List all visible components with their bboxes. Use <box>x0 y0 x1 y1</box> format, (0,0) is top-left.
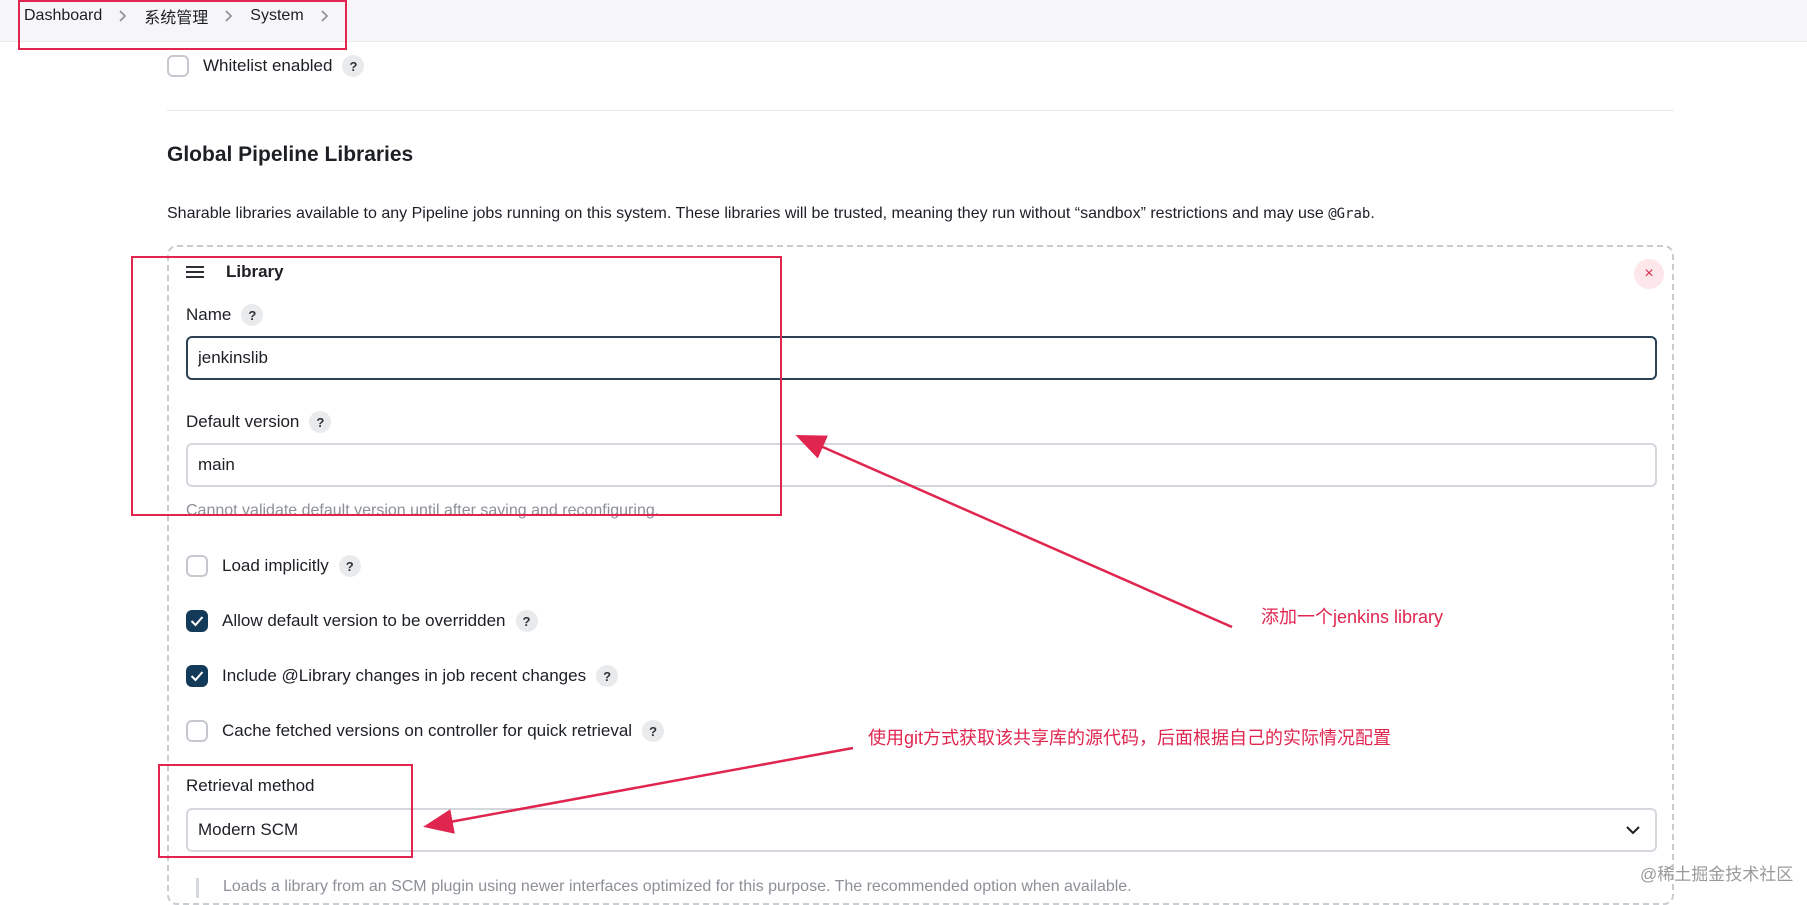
annotation-add-library: 添加一个jenkins library <box>1261 607 1444 627</box>
annotation-arrow-retrieval <box>423 746 854 834</box>
annotation-arrow-library <box>795 434 1233 629</box>
watermark: @稀土掘金技术社区 <box>1640 865 1794 884</box>
annotation-git-method: 使用git方式获取该共享库的源代码，后面根据自己的实际情况配置 <box>868 728 1392 748</box>
annotation-arrows <box>423 434 1233 834</box>
